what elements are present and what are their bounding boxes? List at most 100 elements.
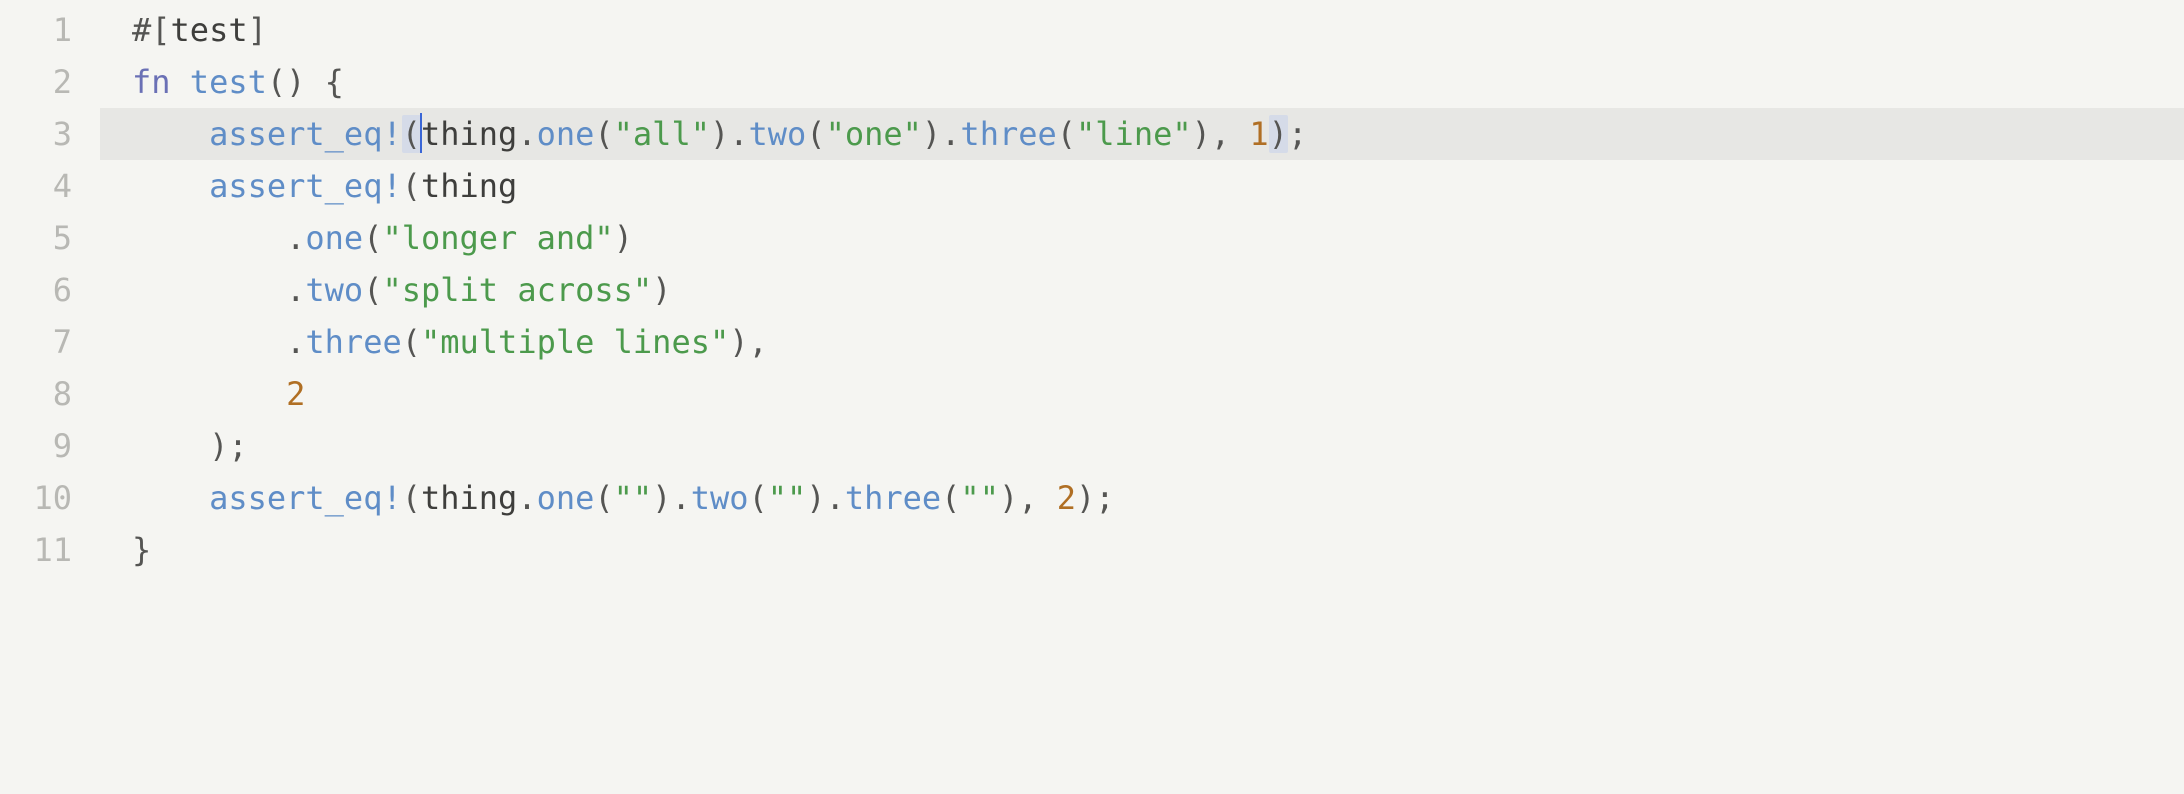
code-token: ( [594, 115, 613, 153]
code-token: ) [999, 479, 1018, 517]
code-token: ) [1192, 115, 1211, 153]
code-token: assert_eq! [209, 167, 402, 205]
code-token: two [691, 479, 749, 517]
code-token: "one" [826, 115, 922, 153]
code-token: thing [421, 115, 517, 153]
code-line[interactable]: .one("longer and") [100, 212, 2184, 264]
code-line[interactable]: .two("split across") [100, 264, 2184, 316]
code-line[interactable]: assert_eq!(thing.one("").two("").three("… [100, 472, 2184, 524]
code-token: ( [594, 479, 613, 517]
code-token: three [305, 323, 401, 361]
code-token: ( [806, 115, 825, 153]
code-token: ); [1076, 479, 1115, 517]
code-token [305, 63, 324, 101]
code-token: 2 [1057, 479, 1076, 517]
code-token: "" [768, 479, 807, 517]
code-token: test [190, 63, 267, 101]
code-line[interactable]: ); [100, 420, 2184, 472]
code-token: one [537, 479, 595, 517]
code-token: thing [421, 479, 517, 517]
code-token: "" [960, 479, 999, 517]
code-line[interactable]: 2 [100, 368, 2184, 420]
code-token: ( [941, 479, 960, 517]
line-number: 2 [0, 56, 72, 108]
code-token: ( [402, 323, 421, 361]
code-token: assert_eq! [209, 115, 402, 153]
code-token: ) [1269, 115, 1288, 153]
code-token: ( [749, 479, 768, 517]
code-token [132, 115, 209, 153]
code-token: 1 [1249, 115, 1268, 153]
code-token [171, 63, 190, 101]
code-token: ; [1288, 115, 1307, 153]
line-number: 1 [0, 4, 72, 56]
line-number: 8 [0, 368, 72, 420]
code-token: one [305, 219, 363, 257]
code-line[interactable]: fn test() { [100, 56, 2184, 108]
code-token: ); [132, 427, 248, 465]
code-token: ) [806, 479, 825, 517]
code-token: } [132, 531, 151, 569]
line-number: 5 [0, 212, 72, 264]
code-token: . [132, 219, 305, 257]
code-token: ) [652, 479, 671, 517]
code-token: thing [421, 167, 517, 205]
line-number: 11 [0, 524, 72, 576]
code-token: . [826, 479, 845, 517]
code-token: ( [402, 115, 421, 153]
line-number: 7 [0, 316, 72, 368]
line-number: 4 [0, 160, 72, 212]
line-number: 6 [0, 264, 72, 316]
code-token: , [1018, 479, 1057, 517]
line-number-gutter: 1234567891011 [0, 0, 100, 576]
code-token: ) [729, 323, 748, 361]
code-token: test [171, 11, 248, 49]
code-token: { [325, 63, 344, 101]
code-token [132, 479, 209, 517]
code-token: . [132, 323, 305, 361]
code-area[interactable]: #[test]fn test() { assert_eq!(thing.one(… [100, 0, 2184, 576]
code-line[interactable]: .three("multiple lines"), [100, 316, 2184, 368]
code-token: ( [402, 479, 421, 517]
code-token [132, 167, 209, 205]
code-token: 2 [286, 375, 305, 413]
code-token: "longer and" [382, 219, 613, 257]
code-token: ) [652, 271, 671, 309]
code-token: ( [363, 271, 382, 309]
code-token: assert_eq! [209, 479, 402, 517]
code-token: ( [363, 219, 382, 257]
code-token: two [749, 115, 807, 153]
line-number: 3 [0, 108, 72, 160]
code-token: ) [922, 115, 941, 153]
code-token: , [1211, 115, 1250, 153]
code-token: () [267, 63, 306, 101]
text-cursor [420, 113, 422, 153]
code-editor[interactable]: 1234567891011 #[test]fn test() { assert_… [0, 0, 2184, 576]
code-line[interactable]: assert_eq!(thing.one("all").two("one").t… [100, 108, 2184, 160]
code-line[interactable]: #[test] [100, 4, 2184, 56]
code-token: fn [132, 63, 171, 101]
code-token: , [749, 323, 768, 361]
code-token: "line" [1076, 115, 1192, 153]
code-token: three [845, 479, 941, 517]
code-token: "" [614, 479, 653, 517]
code-line[interactable]: } [100, 524, 2184, 576]
code-token: ) [710, 115, 729, 153]
code-token: ( [1057, 115, 1076, 153]
code-token: ( [402, 167, 421, 205]
code-token: two [305, 271, 363, 309]
code-token: . [729, 115, 748, 153]
code-token [132, 375, 286, 413]
code-line[interactable]: assert_eq!(thing [100, 160, 2184, 212]
code-token: ] [248, 11, 267, 49]
code-token: one [537, 115, 595, 153]
code-token: ) [614, 219, 633, 257]
code-token: . [517, 479, 536, 517]
code-token: #[ [132, 11, 171, 49]
code-token: "all" [614, 115, 710, 153]
code-token: . [671, 479, 690, 517]
code-token: "split across" [382, 271, 652, 309]
code-token: . [941, 115, 960, 153]
code-token: . [132, 271, 305, 309]
code-token: . [517, 115, 536, 153]
